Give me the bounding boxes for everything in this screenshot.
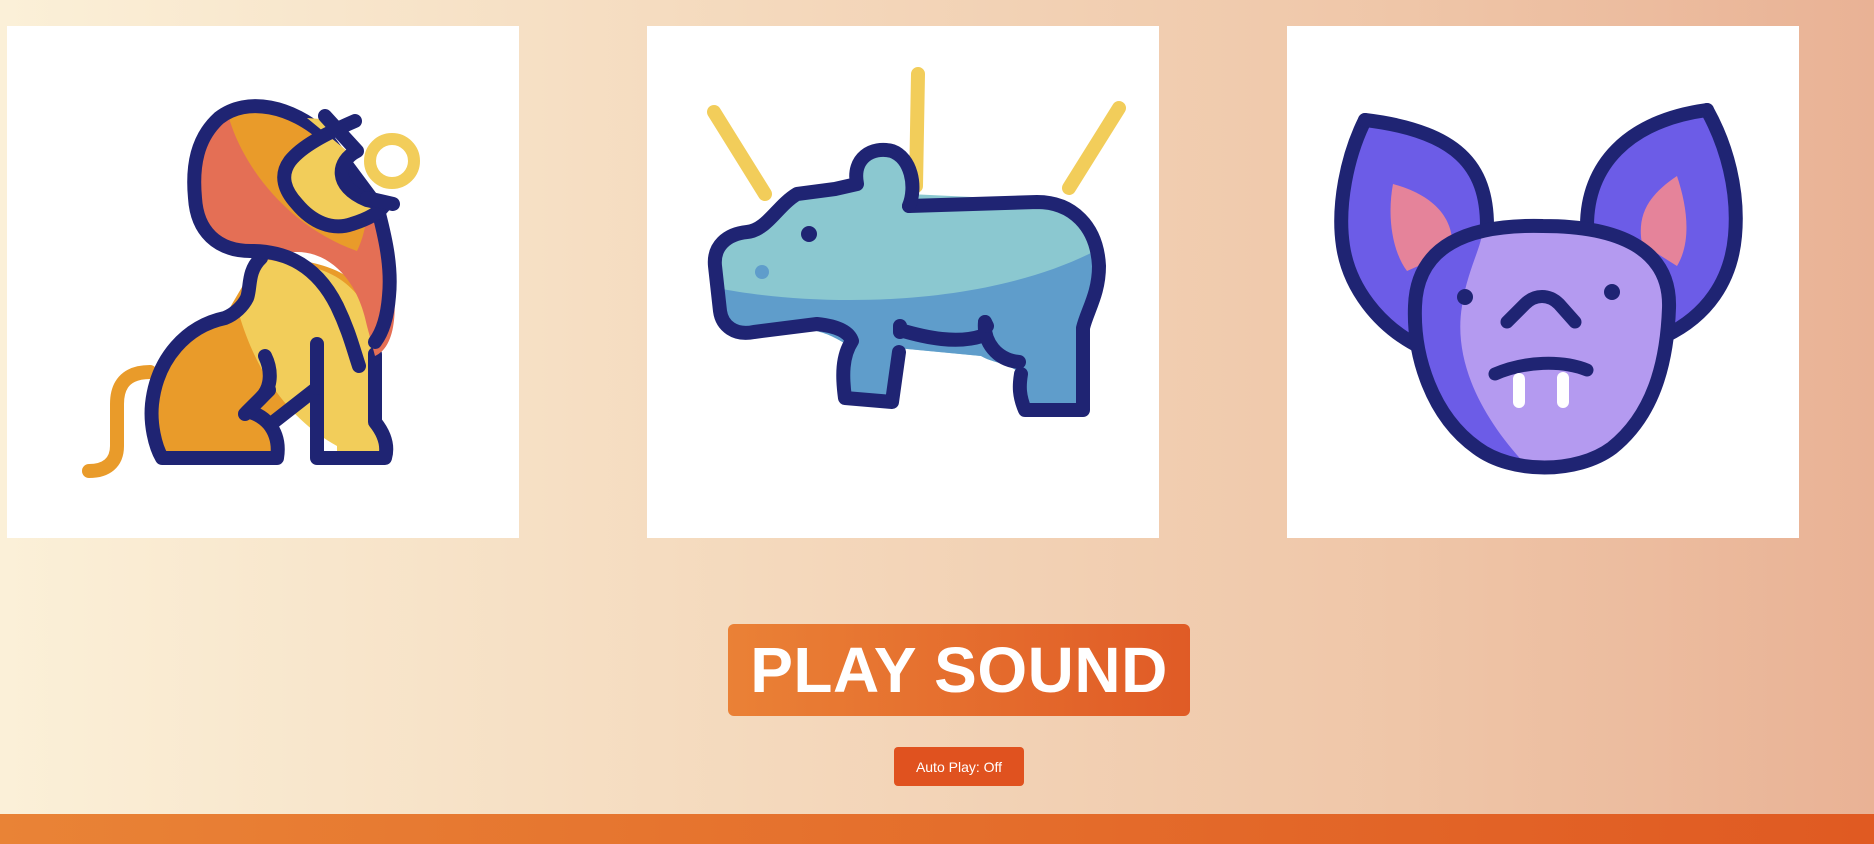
bat-card[interactable] [1287,26,1799,538]
hippo-icon [707,67,1126,417]
hippo-card[interactable] [647,26,1159,538]
lion-icon [82,99,420,478]
lion-card[interactable] [7,26,519,538]
bat-icon [1334,103,1743,475]
auto-play-toggle-button[interactable]: Auto Play: Off [894,747,1024,786]
play-sound-button[interactable]: PLAY SOUND [728,624,1190,716]
bottom-bar [0,814,1874,844]
